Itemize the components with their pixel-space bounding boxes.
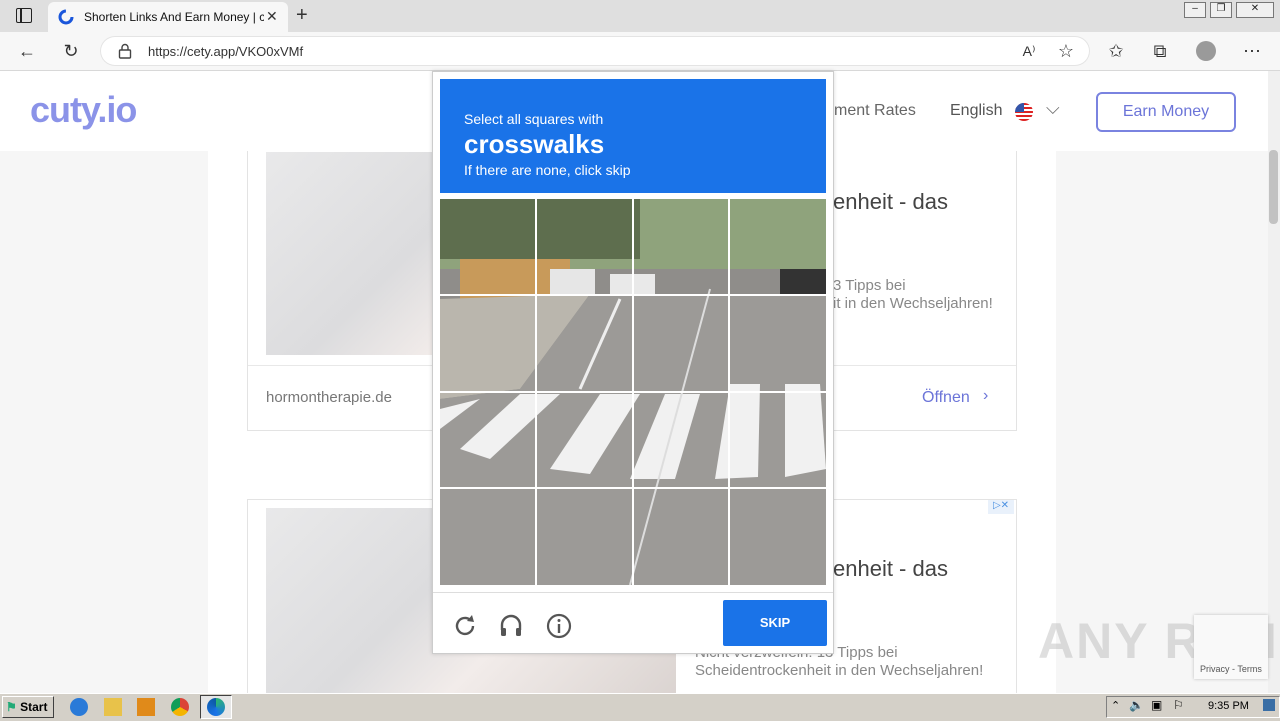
ad-domain: hormontherapie.de — [266, 389, 392, 406]
lock-icon — [118, 43, 132, 59]
nav-payment-rates[interactable]: ment Rates — [834, 102, 916, 120]
ad-headline: enheit - das — [833, 189, 948, 214]
grid-line — [440, 391, 826, 393]
us-flag-icon — [1015, 103, 1033, 121]
site-logo[interactable]: cuty.io — [30, 89, 137, 131]
collections-icon[interactable]: ⧉ — [1149, 40, 1171, 62]
ad-subtext: it in den Wechseljahren! — [833, 295, 993, 312]
audio-icon[interactable] — [497, 612, 525, 640]
window-close-button[interactable]: ✕ — [1236, 2, 1274, 18]
chevron-right-icon: › — [983, 387, 989, 404]
nav-language[interactable]: English — [950, 102, 1002, 120]
earn-money-button[interactable]: Earn Money — [1096, 92, 1236, 132]
edge-icon — [207, 698, 225, 716]
tray-expand-icon[interactable]: ⌃ — [1111, 699, 1120, 712]
refresh-icon[interactable]: ↻ — [60, 40, 82, 62]
ad-cta[interactable]: Öffnen — [922, 389, 970, 407]
grid-line — [440, 294, 826, 296]
image-grid — [440, 199, 826, 585]
tab-title: Shorten Links And Earn Money | c — [84, 10, 264, 24]
ad-subtext: 3 Tipps bei — [833, 277, 906, 294]
show-desktop-icon[interactable] — [1263, 699, 1275, 711]
network-icon[interactable]: ▣ — [1151, 698, 1162, 712]
media-player-icon[interactable] — [137, 698, 155, 716]
chrome-icon[interactable] — [171, 698, 189, 716]
challenge-header: Select all squares with crosswalks If th… — [440, 79, 826, 193]
more-icon[interactable]: ⋯ — [1241, 40, 1263, 62]
challenge-hint: If there are none, click skip — [464, 162, 631, 178]
back-icon[interactable]: ← — [16, 40, 38, 62]
maximize-button[interactable]: ❐ — [1210, 2, 1232, 18]
minimize-button[interactable]: – — [1184, 2, 1206, 18]
start-label: Start — [20, 700, 48, 714]
taskbar — [0, 693, 1280, 721]
favorites-icon[interactable]: ✩ — [1105, 40, 1127, 62]
url-text: https://cety.app/VKO0xVMf — [148, 44, 304, 59]
divider — [433, 592, 833, 593]
chevron-down-icon[interactable]: ⌵ — [1046, 98, 1060, 119]
ie-icon[interactable] — [70, 698, 88, 716]
recaptcha-challenge: Select all squares with crosswalks If th… — [432, 71, 834, 654]
ad-headline: enheit - das — [833, 556, 948, 581]
system-tray: ⌃ 🔈 ▣ ⚐ — [1106, 696, 1280, 718]
reload-icon[interactable] — [451, 612, 479, 640]
add-favorite-icon[interactable]: ☆ — [1055, 40, 1077, 62]
profile-icon[interactable] — [1196, 41, 1216, 61]
skip-button[interactable]: SKIP — [723, 600, 827, 646]
challenge-instruction: Select all squares with — [464, 111, 604, 127]
browser-tab[interactable]: Shorten Links And Earn Money | c ✕ — [48, 2, 288, 32]
flag-icon[interactable]: ⚐ — [1173, 698, 1184, 712]
info-icon[interactable] — [545, 612, 573, 640]
volume-icon[interactable]: 🔈 — [1129, 698, 1144, 712]
challenge-target: crosswalks — [464, 129, 605, 159]
windows-logo-icon: ⚑ — [6, 700, 17, 714]
recaptcha-privacy-terms[interactable]: Privacy - Terms — [1200, 664, 1262, 674]
adchoices-icon[interactable]: ▷✕ — [988, 500, 1014, 514]
edge-taskbar-button[interactable] — [200, 695, 232, 719]
address-bar[interactable]: https://cety.app/VKO0xVMf — [100, 36, 1090, 66]
new-tab-icon[interactable]: + — [296, 4, 308, 27]
grid-line — [440, 487, 826, 489]
scrollbar-thumb[interactable] — [1269, 150, 1278, 224]
folder-icon[interactable] — [104, 698, 122, 716]
favicon-icon — [58, 9, 74, 25]
tab-actions-icon[interactable] — [16, 8, 32, 23]
close-icon[interactable]: ✕ — [266, 8, 278, 25]
read-aloud-icon[interactable]: A⁾ — [1018, 40, 1040, 62]
start-button[interactable]: ⚑ Start — [2, 696, 54, 718]
ad-subtext: Scheidentrockenheit in den Wechseljahren… — [695, 662, 984, 679]
clock: 9:35 PM — [1208, 700, 1249, 712]
